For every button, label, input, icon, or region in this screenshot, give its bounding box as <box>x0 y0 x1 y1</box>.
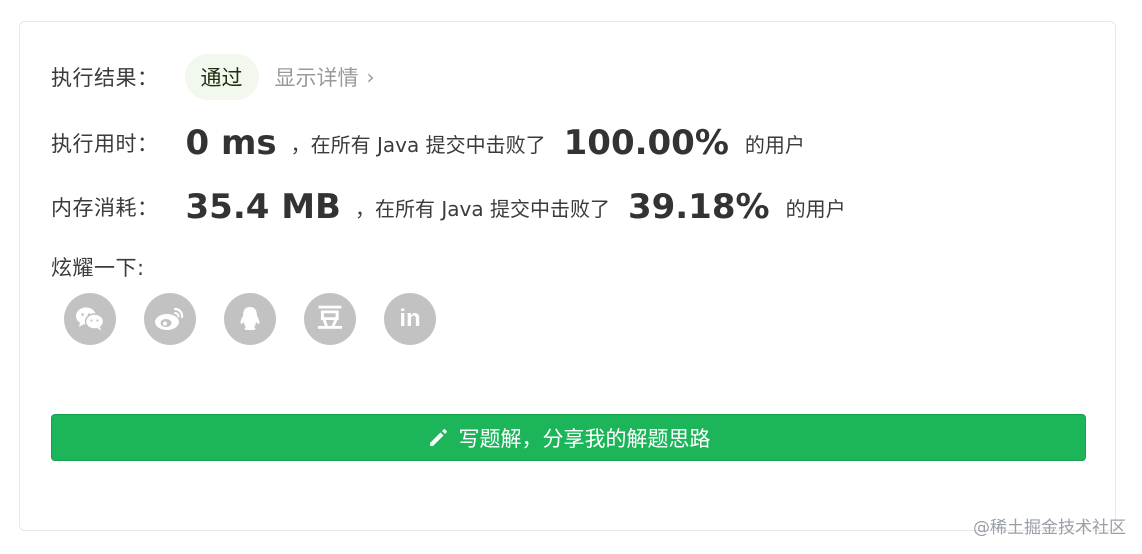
memory-row: 内存消耗： 35.4 MB ，在所有 Java 提交中击败了 39.18% 的用… <box>51 184 846 230</box>
memory-percent: 39.18% <box>627 187 770 227</box>
share-qq-button[interactable] <box>224 293 276 345</box>
runtime-middle-text: ，在所有 Java 提交中击败了 <box>290 132 546 157</box>
memory-value: 35.4 MB <box>185 187 341 227</box>
chevron-right-icon: › <box>366 65 375 89</box>
qq-icon <box>238 305 262 333</box>
wechat-icon <box>75 306 105 332</box>
share-row: 炫耀一下: <box>51 250 145 284</box>
share-wechat-button[interactable] <box>64 293 116 345</box>
share-label: 炫耀一下: <box>51 256 145 280</box>
write-solution-label: 写题解，分享我的解题思路 <box>458 426 711 451</box>
result-row: 执行结果： 通过 显示详情 › <box>51 54 375 100</box>
share-weibo-button[interactable] <box>144 293 196 345</box>
memory-label: 内存消耗： <box>51 196 159 220</box>
result-label: 执行结果： <box>51 66 159 90</box>
runtime-percent: 100.00% <box>563 123 729 163</box>
runtime-row: 执行用时： 0 ms ，在所有 Java 提交中击败了 100.00% 的用户 <box>51 120 805 166</box>
show-details-link[interactable]: 显示详情 › <box>275 62 375 92</box>
share-linkedin-button[interactable]: in <box>384 293 436 345</box>
linkedin-icon: in <box>399 305 421 332</box>
memory-suffix: 的用户 <box>785 196 846 221</box>
runtime-label: 执行用时： <box>51 132 159 156</box>
share-douban-button[interactable]: 豆 <box>304 293 356 345</box>
show-details-label: 显示详情 <box>274 66 359 90</box>
weibo-icon <box>154 306 186 332</box>
share-buttons: 豆 in <box>64 293 464 345</box>
status-badge: 通过 <box>184 54 259 100</box>
submission-result-card: 执行结果： 通过 显示详情 › 执行用时： 0 ms ，在所有 Java 提交中… <box>19 21 1116 531</box>
douban-icon: 豆 <box>316 304 343 334</box>
pencil-icon <box>427 427 449 449</box>
watermark: @稀土掘金技术社区 <box>973 518 1126 538</box>
runtime-value: 0 ms <box>185 123 277 163</box>
memory-middle-text: ，在所有 Java 提交中击败了 <box>354 196 610 221</box>
runtime-suffix: 的用户 <box>744 132 805 157</box>
write-solution-button[interactable]: 写题解，分享我的解题思路 <box>51 414 1086 461</box>
